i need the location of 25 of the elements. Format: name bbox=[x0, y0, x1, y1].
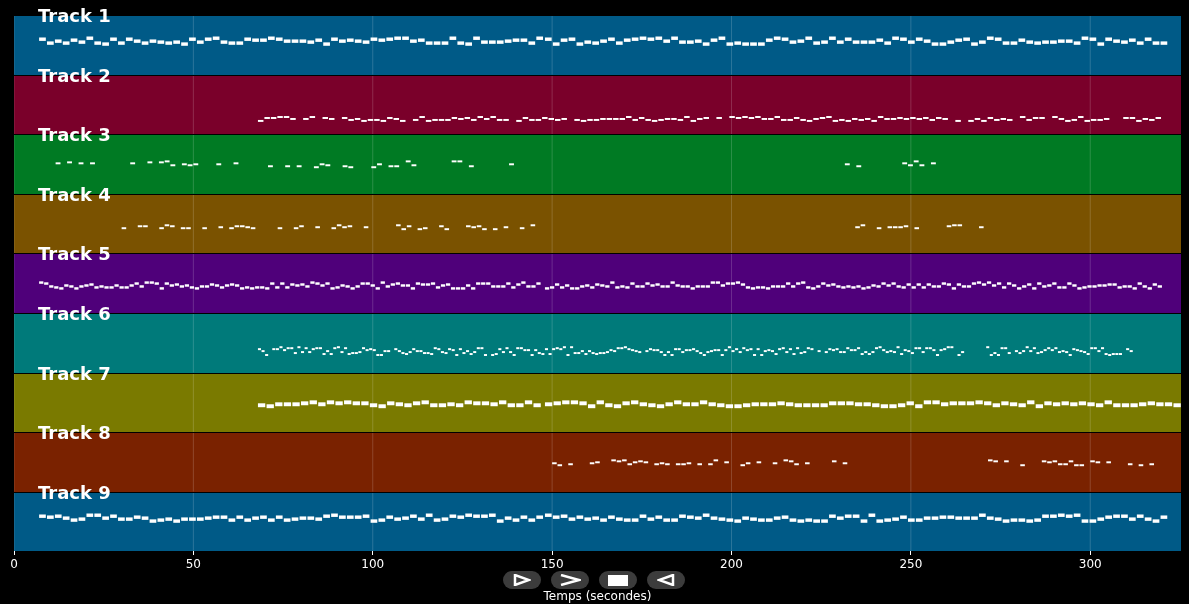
forward-button[interactable] bbox=[551, 571, 589, 590]
track-label: Track 6 bbox=[38, 303, 111, 324]
x-tick-label: 300 bbox=[1078, 557, 1102, 572]
track-label: Track 9 bbox=[38, 482, 111, 503]
x-tick-label: 100 bbox=[361, 557, 385, 572]
track-label: Track 8 bbox=[38, 423, 111, 444]
stop-button[interactable] bbox=[599, 571, 637, 590]
stop-icon bbox=[608, 574, 628, 586]
x-tick-label: 150 bbox=[540, 557, 564, 572]
play-button[interactable] bbox=[503, 571, 541, 590]
play-icon bbox=[513, 574, 531, 587]
track-label: Track 4 bbox=[38, 184, 111, 205]
track-label: Track 7 bbox=[38, 363, 111, 384]
triangle-left-icon bbox=[657, 574, 675, 587]
track-label: Track 3 bbox=[38, 125, 111, 146]
track-label: Track 2 bbox=[38, 65, 111, 86]
x-tick-label: 250 bbox=[899, 557, 923, 572]
track-label: Track 1 bbox=[38, 6, 111, 26]
x-tick-label: 200 bbox=[720, 557, 743, 572]
back-button[interactable] bbox=[647, 571, 685, 590]
x-tick-label: 50 bbox=[185, 557, 201, 572]
x-tick-label: 0 bbox=[10, 557, 18, 572]
chevron-right-icon bbox=[559, 574, 581, 587]
track-label: Track 5 bbox=[38, 244, 111, 265]
x-axis-label: Temps (secondes) bbox=[542, 589, 653, 604]
